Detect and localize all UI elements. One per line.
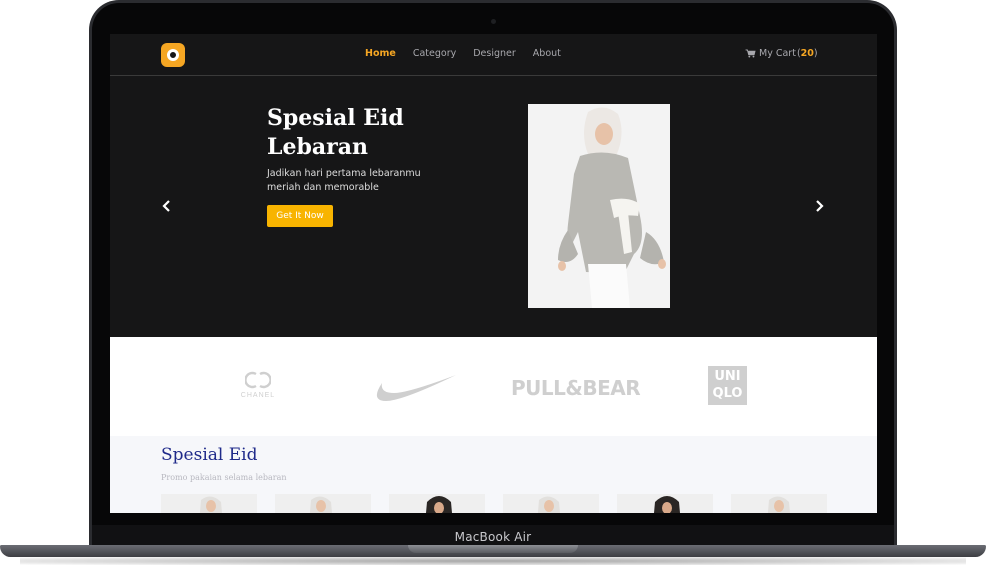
product-image [389,494,485,513]
device-label: MacBook Air [454,530,532,544]
promo-title: Spesial Eid [161,445,258,465]
nike-swoosh-icon[interactable] [372,371,458,403]
promo-section: Spesial Eid Promo pakaian selama lebaran [110,436,877,513]
laptop-mockup: Home Category Designer About My Cart (20… [0,0,986,567]
uniqlo-logo[interactable]: UNI QLO [708,366,747,405]
uniqlo-top-label: UNI [714,369,741,384]
promo-subtitle: Promo pakaian selama lebaran [161,473,287,482]
product-card[interactable] [617,494,713,513]
product-image [617,494,713,513]
cart-button[interactable]: My Cart (20) [745,48,818,59]
chanel-logo[interactable]: CHANEL [236,370,280,399]
brand-logos-section: CHANEL PULL&BEAR UNI QLO [110,337,877,436]
product-image [275,494,371,513]
product-image [731,494,827,513]
product-card[interactable] [275,494,371,513]
navbar: Home Category Designer About My Cart (20… [110,34,877,76]
product-card[interactable] [161,494,257,513]
nav-category[interactable]: Category [413,48,456,59]
product-image [503,494,599,513]
chanel-label: CHANEL [240,392,276,399]
logo[interactable] [161,43,185,67]
uniqlo-bottom-label: QLO [712,386,743,401]
hero-title: Spesial Eid Lebaran [267,105,404,160]
product-thumbnails [161,494,827,513]
product-card[interactable] [503,494,599,513]
get-it-now-button[interactable]: Get It Now [267,205,333,227]
product-card[interactable] [731,494,827,513]
chanel-cc-icon [245,371,271,389]
laptop-shadow [20,557,966,565]
camera-icon [491,19,496,24]
carousel-next-icon[interactable] [812,198,826,214]
website-screen: Home Category Designer About My Cart (20… [110,34,877,513]
hero-carousel: Spesial Eid Lebaran Jadikan hari pertama… [110,76,877,337]
product-image [161,494,257,513]
pullbear-logo[interactable]: PULL&BEAR [511,376,641,400]
nav-home[interactable]: Home [365,48,396,59]
hero-subtitle: Jadikan hari pertama lebaranmu meriah da… [267,168,421,193]
carousel-prev-icon[interactable] [160,198,174,214]
product-card[interactable] [389,494,485,513]
nav-about[interactable]: About [533,48,561,59]
cart-label: My Cart [759,48,796,59]
hero-model-image [528,104,670,308]
cart-count-badge: 20 [800,48,814,59]
laptop-base-notch [408,545,578,553]
nav-menu: Home Category Designer About [365,48,561,59]
nav-designer[interactable]: Designer [473,48,516,59]
cart-icon [745,49,756,58]
cart-paren-close: ) [813,48,818,59]
